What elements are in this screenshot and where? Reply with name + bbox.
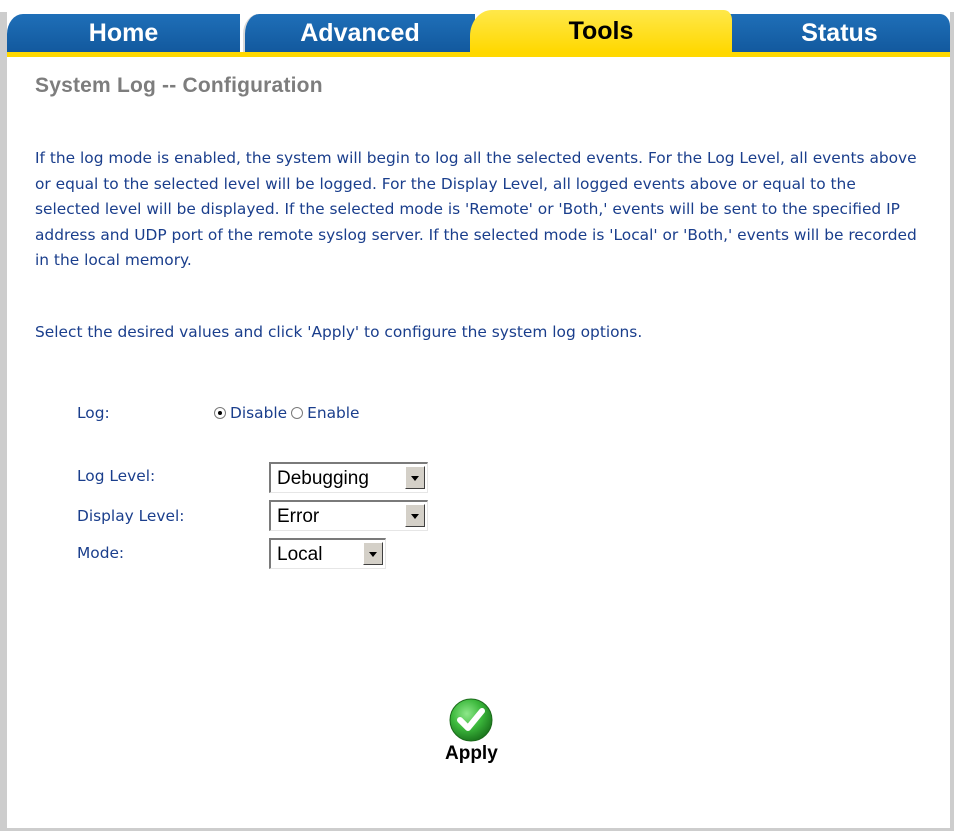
display-level-select[interactable]: Error xyxy=(269,500,428,531)
apply-label: Apply xyxy=(445,743,498,764)
page-title: System Log -- Configuration xyxy=(35,74,323,97)
log-level-label: Log Level: xyxy=(77,467,156,485)
log-enable-label: Enable xyxy=(307,404,360,422)
display-level-value: Error xyxy=(277,506,320,527)
chevron-down-icon[interactable] xyxy=(363,542,383,565)
log-disable-label: Disable xyxy=(230,404,288,422)
tab-status-label: Status xyxy=(801,18,878,47)
log-level-value: Debugging xyxy=(277,468,369,489)
tab-advanced-label: Advanced xyxy=(300,18,420,47)
tab-home[interactable]: Home xyxy=(7,14,240,52)
checkmark-icon xyxy=(449,698,493,742)
log-radio-group: Disable Enable xyxy=(214,404,360,422)
apply-button[interactable]: Apply xyxy=(440,693,510,773)
log-disable-radio[interactable] xyxy=(214,407,226,419)
tab-tools[interactable]: Tools xyxy=(470,10,732,52)
instructions-text: Select the desired values and click 'App… xyxy=(35,323,643,341)
mode-select[interactable]: Local xyxy=(269,538,386,569)
log-level-select[interactable]: Debugging xyxy=(269,462,428,493)
tab-underline xyxy=(7,52,950,57)
log-enable-radio[interactable] xyxy=(291,407,304,419)
main-tab-bar: Home Advanced Status Tools xyxy=(7,10,950,52)
chevron-down-icon[interactable] xyxy=(405,466,425,489)
tab-home-label: Home xyxy=(88,18,159,47)
display-level-label: Display Level: xyxy=(77,507,185,525)
tab-tools-label: Tools xyxy=(568,16,634,45)
mode-label: Mode: xyxy=(77,544,125,562)
tab-advanced[interactable]: Advanced xyxy=(243,14,475,52)
description-text: If the log mode is enabled, the system w… xyxy=(35,149,917,269)
chevron-down-icon[interactable] xyxy=(405,504,425,527)
tab-status[interactable]: Status xyxy=(729,14,950,52)
log-label: Log: xyxy=(77,404,110,422)
mode-value: Local xyxy=(277,544,323,565)
